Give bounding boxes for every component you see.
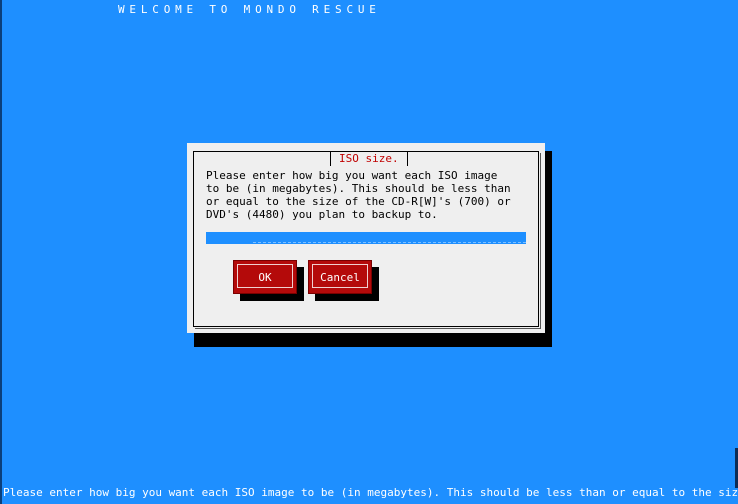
iso-size-input[interactable]: 4480 — [206, 232, 526, 244]
screen-title: WELCOME TO MONDO RESCUE — [118, 3, 381, 16]
cancel-button-label: Cancel — [320, 271, 360, 284]
dialog-message: Please enter how big you want each ISO i… — [206, 169, 511, 221]
ok-button-label: OK — [258, 271, 272, 284]
help-status-bar: Please enter how big you want each ISO i… — [3, 486, 738, 499]
terminal-screen: WELCOME TO MONDO RESCUE ISO size. Please… — [0, 0, 738, 504]
dialog-title: ISO size. — [330, 152, 408, 166]
iso-size-value: 4480 — [247, 243, 274, 245]
ok-button[interactable]: OK — [233, 260, 297, 294]
cancel-button[interactable]: Cancel — [308, 260, 372, 294]
screen-left-edge — [0, 0, 2, 504]
iso-size-dialog: ISO size. Please enter how big you want … — [187, 143, 545, 333]
input-underline — [253, 242, 526, 243]
